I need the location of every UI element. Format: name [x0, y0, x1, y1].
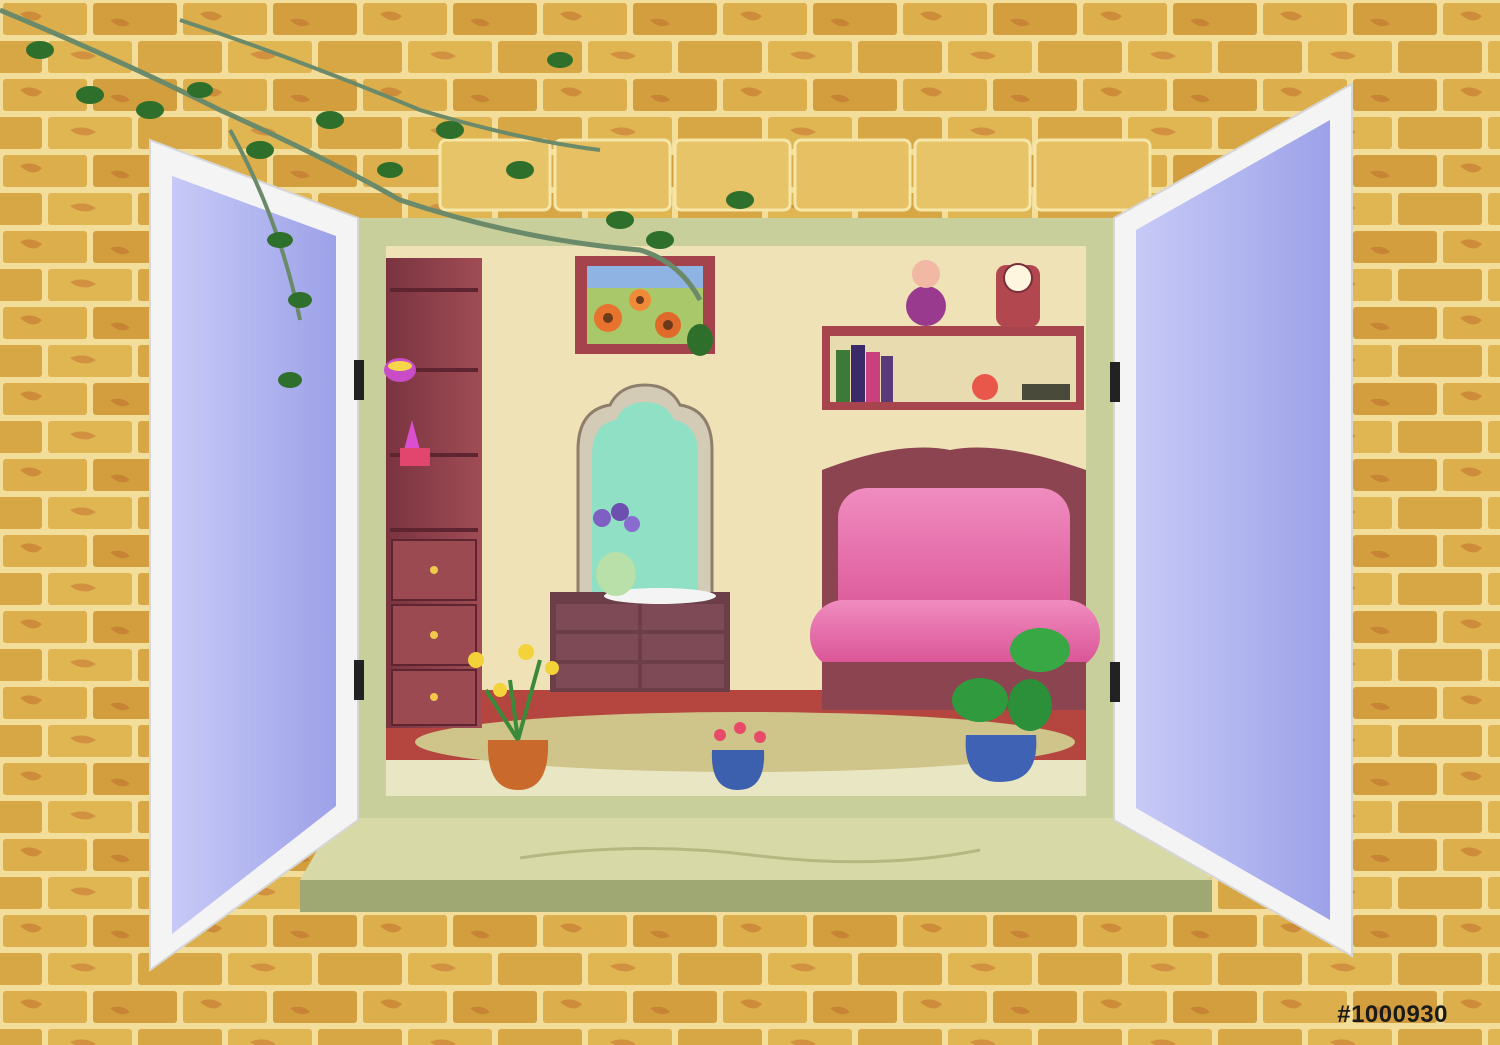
right-window-shutter	[1110, 82, 1353, 958]
bookcase	[384, 258, 482, 728]
scene-svg	[0, 0, 1500, 1045]
sofa	[810, 447, 1100, 710]
window-sill	[300, 818, 1212, 912]
illustration-scene: #1000930	[0, 0, 1500, 1045]
stock-id-label: #1000930	[1337, 1001, 1448, 1028]
potted-flowers-blue	[711, 722, 766, 790]
window-lintel	[438, 138, 1152, 212]
